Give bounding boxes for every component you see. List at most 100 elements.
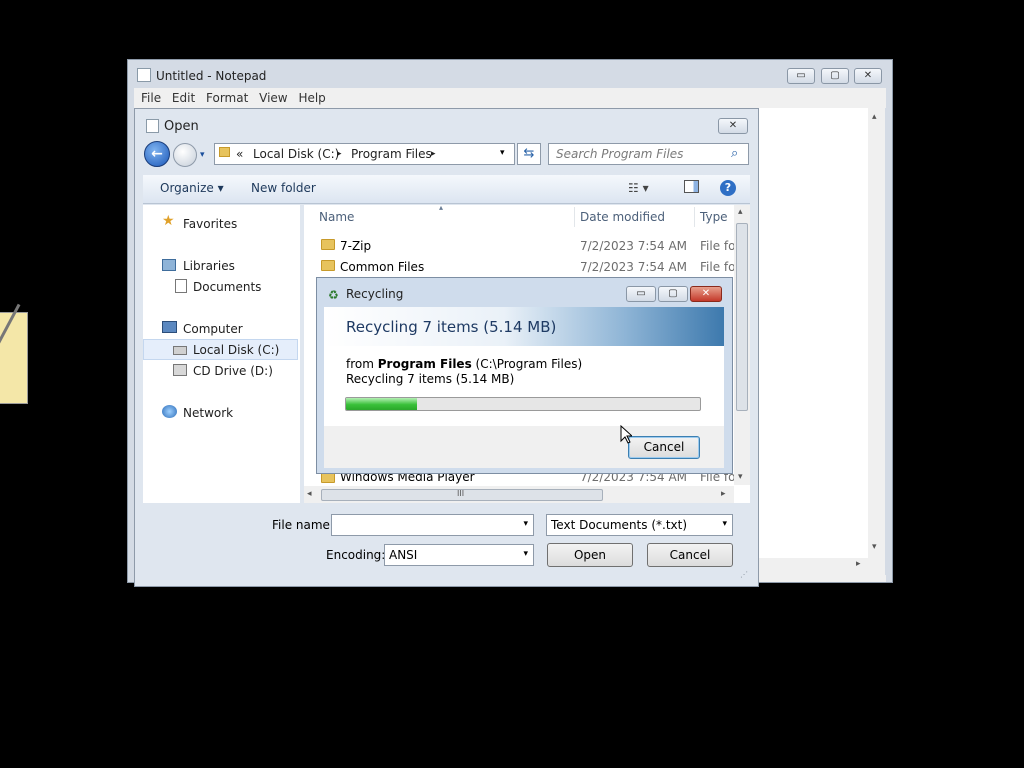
recycling-source: from Program Files (C:\Program Files) [346,357,582,371]
recycle-icon: ♻ [328,288,339,302]
menu-view[interactable]: View [259,88,287,108]
refresh-icon[interactable]: ⇆ [517,143,541,165]
recycling-maximize-button[interactable]: ▢ [658,286,688,302]
file-name-dropdown-icon[interactable]: ▾ [523,519,528,529]
cancel-button[interactable]: Cancel [647,543,733,567]
nav-favorites[interactable]: Favorites [183,217,237,231]
scroll-down-icon[interactable]: ▾ [738,472,743,482]
file-type: File fol [700,239,734,253]
file-name-windows-media-player[interactable]: Windows Media Player [340,474,475,484]
menu-format[interactable]: Format [206,88,248,108]
encoding-dropdown-icon[interactable]: ▾ [523,549,528,559]
notepad-title: Untitled - Notepad [156,69,267,83]
nav-libraries[interactable]: Libraries [183,259,235,273]
file-name-label: File name: [272,518,334,532]
encoding-label: Encoding: [326,548,386,562]
nav-local-disk[interactable]: Local Disk (C:) [193,343,279,357]
file-type-select[interactable]: Text Documents (*.txt) ▾ [546,514,733,536]
search-icon[interactable]: ⌕ [731,146,738,161]
file-date: 7/2/2023 7:54 AM [580,239,688,253]
nav-documents[interactable]: Documents [193,280,261,294]
menu-edit[interactable]: Edit [172,88,195,108]
desktop-notepad-icon[interactable] [0,303,28,404]
notepad-close-button[interactable]: ✕ [854,68,882,84]
search-placeholder: Search Program Files [556,147,684,161]
open-dialog-close-button[interactable]: ✕ [718,118,748,134]
encoding-select[interactable]: ANSI ▾ [384,544,534,566]
open-button[interactable]: Open [547,543,633,567]
file-name-7zip[interactable]: 7-Zip [340,239,371,253]
computer-icon [162,321,177,333]
preview-pane-icon[interactable] [684,180,699,193]
from-prefix: from [346,357,374,371]
mouse-cursor-icon [620,425,632,444]
local-disk-icon [173,346,187,355]
nav-network[interactable]: Network [183,406,233,420]
recycling-close-button[interactable]: ✕ [690,286,722,302]
column-separator[interactable] [694,207,695,227]
notepad-maximize-button[interactable]: ▢ [821,68,849,84]
recycling-title: Recycling [346,287,404,301]
breadcrumb-separator-icon[interactable]: ▸ [337,149,342,159]
scroll-left-icon[interactable]: ◂ [307,489,312,499]
column-type[interactable]: Type [700,210,728,224]
breadcrumb-program-files[interactable]: Program Files [351,147,432,161]
notepad-menubar: File Edit Format View Help [134,88,886,108]
scroll-grip-icon: III [457,489,465,498]
command-bar [143,175,750,204]
menu-file[interactable]: File [141,88,161,108]
recycling-progress-bar [345,397,701,411]
new-folder-button[interactable]: New folder [251,181,316,195]
file-date: 7/2/2023 7:54 AM [580,260,688,274]
file-type-value: Text Documents (*.txt) [551,518,688,532]
breadcrumb-separator-icon[interactable]: ▸ [431,149,436,159]
notepad-vertical-scrollbar[interactable] [868,108,885,558]
notepad-scroll-down-icon[interactable]: ▾ [872,542,877,552]
forward-arrow-icon[interactable] [173,143,197,167]
encoding-value: ANSI [389,548,418,562]
nav-computer[interactable]: Computer [183,322,243,336]
sort-ascending-icon: ▴ [439,203,444,212]
column-date-modified[interactable]: Date modified [580,210,665,224]
recycling-heading: Recycling 7 items (5.14 MB) [346,318,557,336]
notepad-scroll-up-icon[interactable]: ▴ [872,112,877,122]
notepad-icon [137,68,151,82]
file-row-partial[interactable]: Windows Media Player 7/2/2023 7:54 AM Fi… [304,474,734,485]
address-overflow[interactable]: « [236,147,243,161]
file-date: 7/2/2023 7:54 AM [580,474,688,484]
resize-grip-icon[interactable]: ⋰ [740,570,748,579]
recycling-status: Recycling 7 items (5.14 MB) [346,372,515,386]
menu-help[interactable]: Help [298,88,325,108]
recent-pages-dropdown-icon[interactable]: ▾ [200,150,205,160]
file-name-input[interactable]: ▾ [331,514,534,536]
change-view-icon[interactable]: ☷ ▾ [628,181,649,195]
open-dialog-icon [146,119,159,133]
breadcrumb-local-disk[interactable]: Local Disk (C:) [253,147,339,161]
address-dropdown-icon[interactable]: ▾ [500,148,505,158]
file-type: File fol [700,474,734,484]
column-separator[interactable] [574,207,575,227]
back-arrow-icon[interactable]: ← [144,141,170,167]
help-icon[interactable]: ? [720,180,736,196]
organize-button[interactable]: Organize ▾ [160,181,224,195]
notepad-scroll-right-icon[interactable]: ▸ [856,559,861,569]
notepad-text-area[interactable] [757,108,885,558]
notepad-horizontal-scrollbar[interactable] [757,558,885,575]
recycling-minimize-button[interactable]: ▭ [626,286,656,302]
file-name-common-files[interactable]: Common Files [340,260,424,274]
recycling-cancel-button[interactable]: Cancel [628,436,700,459]
documents-icon [175,279,187,293]
scroll-right-icon[interactable]: ▸ [721,489,726,499]
file-type: File fol [700,260,734,274]
from-path: (C:\Program Files) [475,357,583,371]
nav-cd-drive[interactable]: CD Drive (D:) [193,364,273,378]
favorites-star-icon: ★ [162,213,175,229]
pen-icon [0,303,21,357]
notepad-minimize-button[interactable]: ▭ [787,68,815,84]
from-folder[interactable]: Program Files [378,357,472,371]
file-type-dropdown-icon[interactable]: ▾ [722,519,727,529]
scroll-up-icon[interactable]: ▴ [738,207,743,217]
column-name[interactable]: Name [319,210,354,224]
vertical-scroll-thumb[interactable] [736,223,748,411]
progress-fill [346,398,417,410]
